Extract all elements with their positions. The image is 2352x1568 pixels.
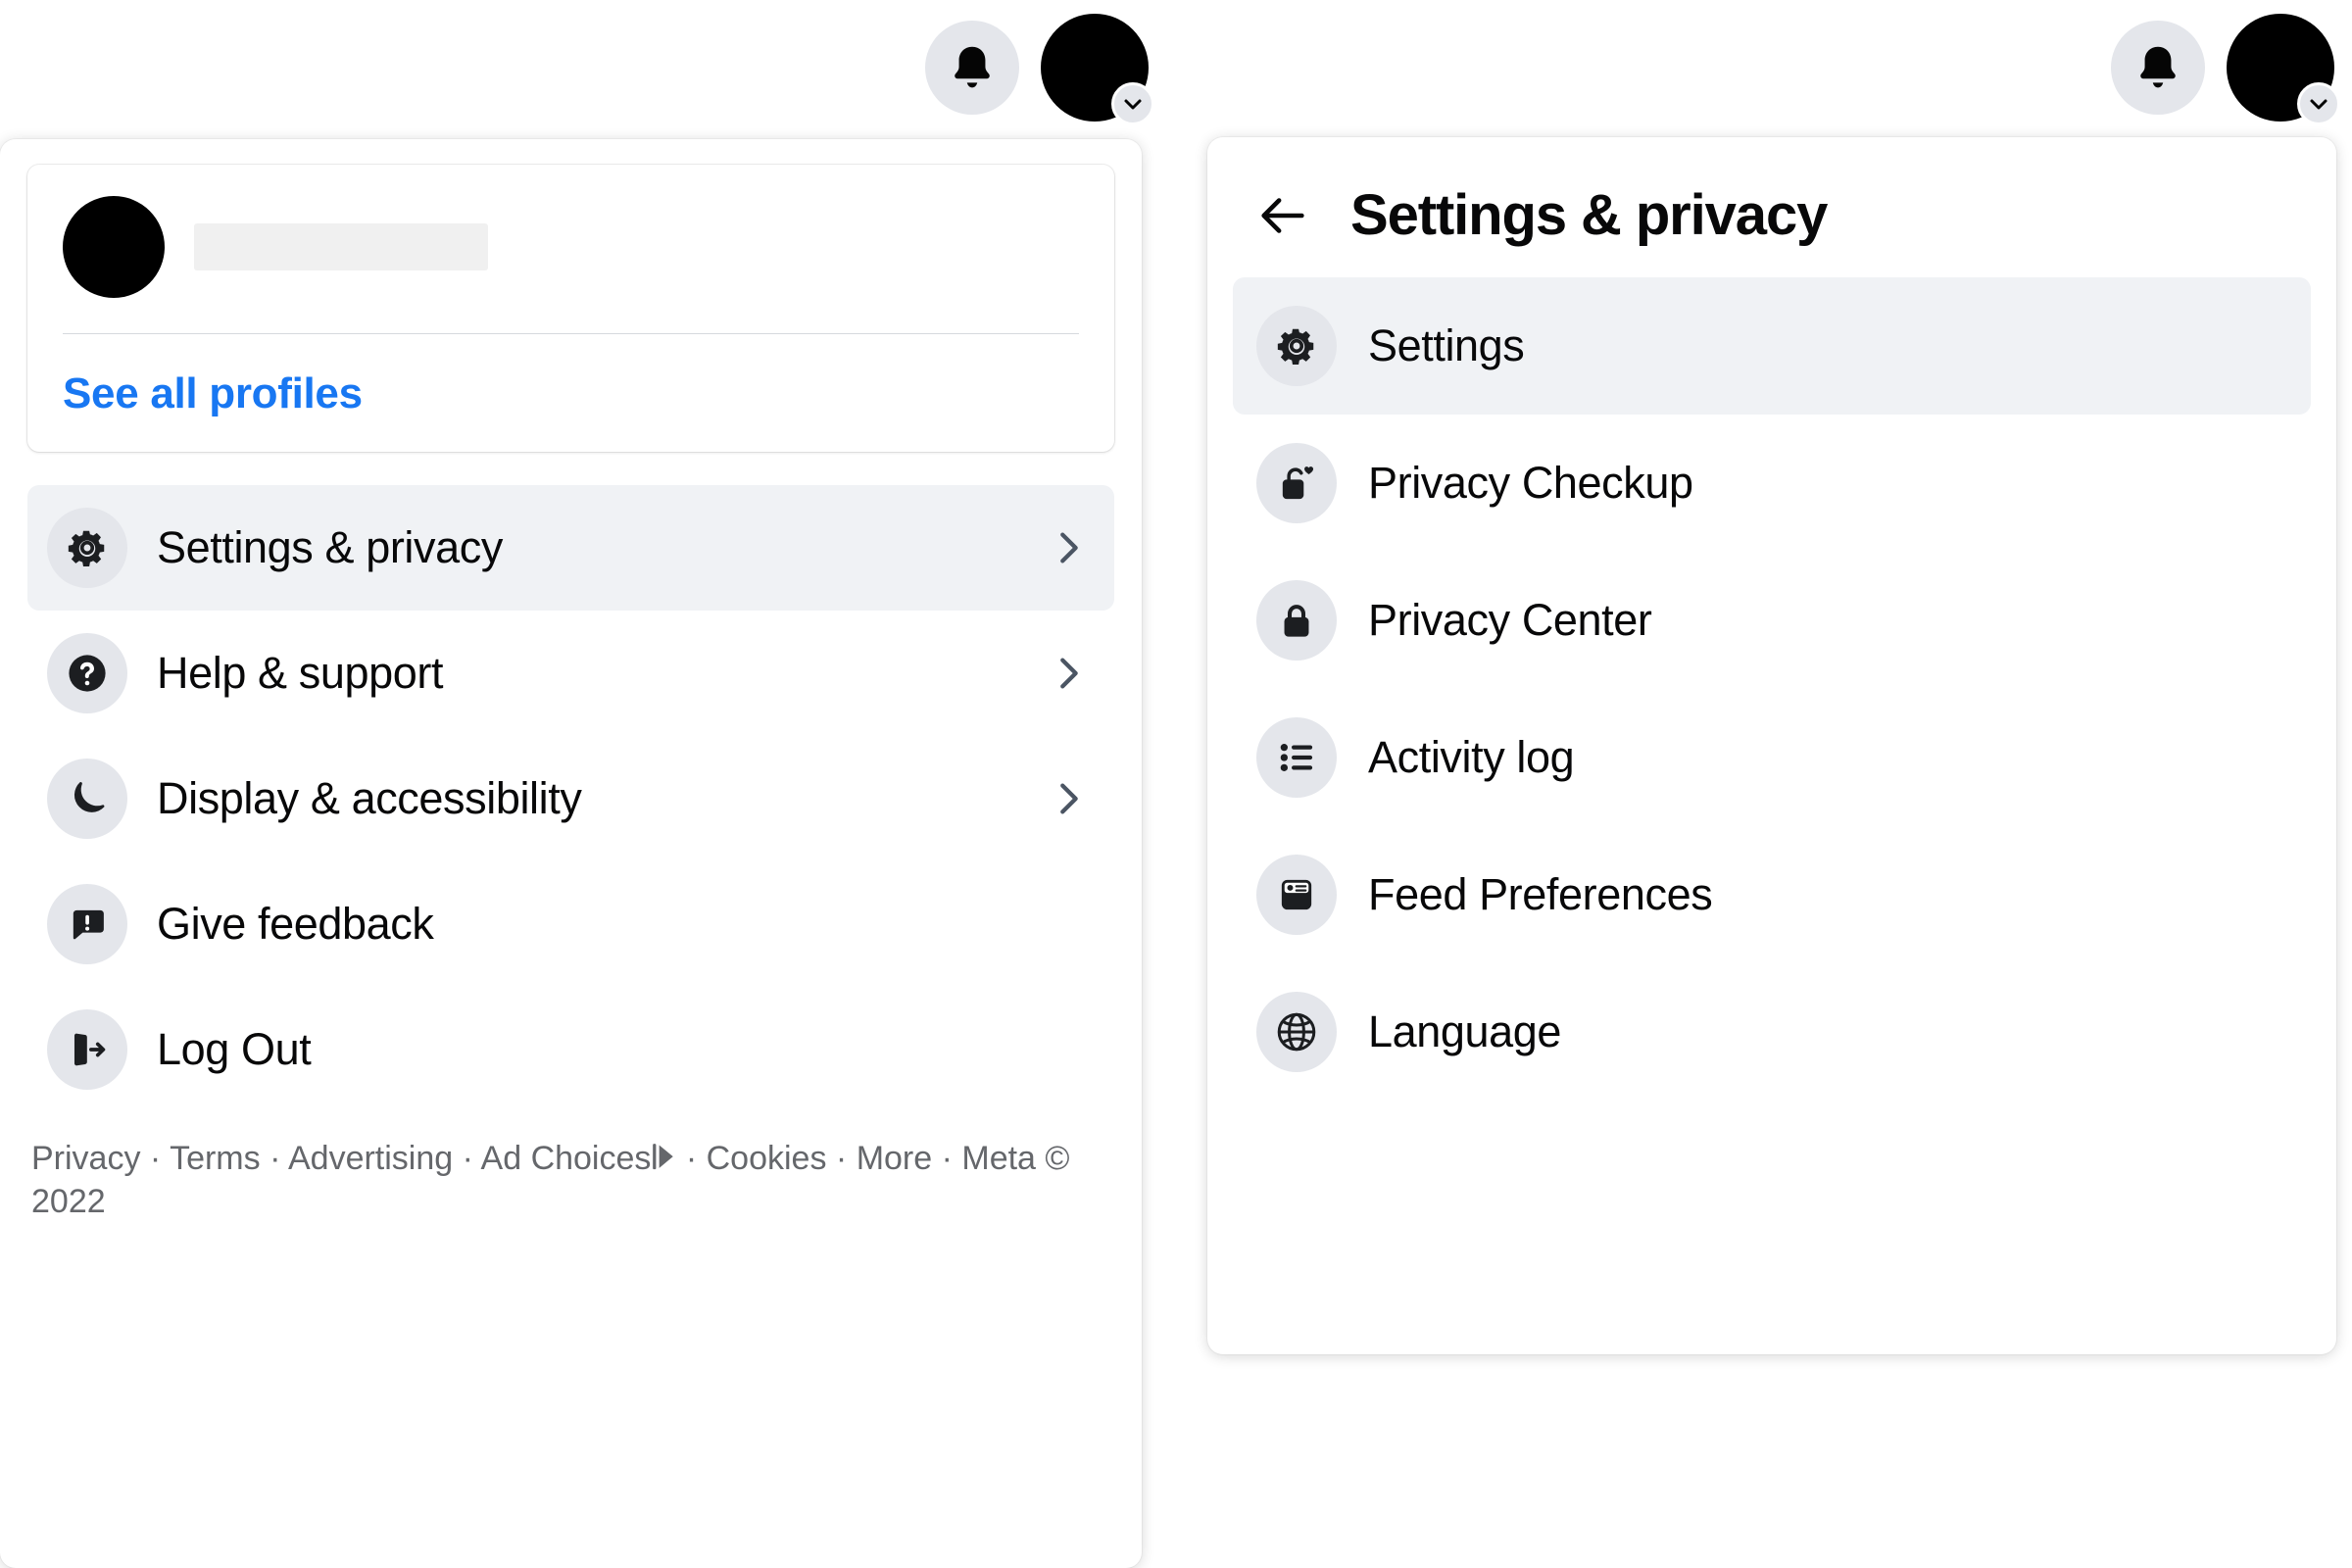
question-mark-icon xyxy=(47,633,127,713)
footer-sep: · xyxy=(453,1140,481,1177)
topbar-right xyxy=(1186,0,2352,135)
menu-item-label: Help & support xyxy=(157,648,444,698)
menu-item-give-feedback[interactable]: Give feedback xyxy=(27,861,1114,987)
moon-icon xyxy=(47,759,127,839)
footer-sep: · xyxy=(932,1140,962,1177)
profile-card[interactable]: See all profiles xyxy=(27,165,1114,452)
footer-link-advertising[interactable]: Advertising xyxy=(288,1140,453,1177)
settings-item-language[interactable]: Language xyxy=(1233,963,2311,1101)
menu-item-label: Settings & privacy xyxy=(157,522,503,572)
settings-item-label: Privacy Center xyxy=(1368,595,1652,645)
profile-row xyxy=(63,194,1079,300)
settings-item-label: Activity log xyxy=(1368,732,1575,782)
footer-sep: · xyxy=(676,1140,707,1177)
footer-sep: · xyxy=(140,1140,171,1177)
footer-link-ad-choices[interactable]: Ad Choices xyxy=(481,1140,652,1177)
notifications-button-2[interactable] xyxy=(2111,21,2205,115)
settings-item-activity-log[interactable]: Activity log xyxy=(1233,689,2311,826)
profile-name-redacted xyxy=(194,223,488,270)
footer-link-privacy[interactable]: Privacy xyxy=(31,1140,140,1177)
settings-privacy-panel: Settings & privacy Settings Privacy Chec… xyxy=(1207,137,2336,1354)
account-menu-list: Settings & privacy Help & support Displa… xyxy=(27,485,1114,1112)
account-button[interactable] xyxy=(1041,14,1154,125)
menu-item-label: Display & accessibility xyxy=(157,773,582,823)
footer-sep: · xyxy=(826,1140,857,1177)
adchoices-triangle-icon xyxy=(651,1140,676,1169)
settings-item-feed-preferences[interactable]: Feed Preferences xyxy=(1233,826,2311,963)
see-all-profiles-link[interactable]: See all profiles xyxy=(63,369,363,418)
gear-icon xyxy=(47,508,127,588)
divider xyxy=(63,333,1079,334)
chevron-right-icon xyxy=(1046,525,1091,570)
lock-heart-icon xyxy=(1256,443,1337,523)
menu-item-settings-privacy[interactable]: Settings & privacy xyxy=(27,485,1114,611)
avatar xyxy=(63,196,165,298)
chevron-right-icon xyxy=(1046,651,1091,696)
screen: See all profiles Settings & privacy Help… xyxy=(0,0,2352,1568)
settings-item-label: Feed Preferences xyxy=(1368,869,1713,919)
menu-item-help-support[interactable]: Help & support xyxy=(27,611,1114,736)
topbar-left xyxy=(0,0,1166,135)
globe-icon xyxy=(1256,992,1337,1072)
footer-link-cookies[interactable]: Cookies xyxy=(707,1140,827,1177)
menu-item-display-accessibility[interactable]: Display & accessibility xyxy=(27,736,1114,861)
footer-link-more[interactable]: More xyxy=(857,1140,932,1177)
menu-item-label: Give feedback xyxy=(157,899,434,949)
logout-icon xyxy=(47,1009,127,1090)
settings-item-label: Settings xyxy=(1368,320,1525,370)
account-button-2[interactable] xyxy=(2227,14,2340,125)
chevron-right-icon xyxy=(1046,776,1091,821)
lock-icon xyxy=(1256,580,1337,661)
footer-links: Privacy · Terms · Advertising · Ad Choic… xyxy=(27,1138,1081,1223)
bell-icon xyxy=(2132,42,2183,93)
gear-icon xyxy=(1256,306,1337,386)
menu-item-label: Log Out xyxy=(157,1024,312,1074)
list-icon xyxy=(1256,717,1337,798)
page-title: Settings & privacy xyxy=(1350,183,1828,247)
panel-header: Settings & privacy xyxy=(1233,167,2311,277)
feed-card-icon xyxy=(1256,855,1337,935)
footer-link-terms[interactable]: Terms xyxy=(170,1140,261,1177)
account-menu-panel: See all profiles Settings & privacy Help… xyxy=(0,139,1142,1568)
settings-item-settings[interactable]: Settings xyxy=(1233,277,2311,415)
settings-item-label: Language xyxy=(1368,1006,1562,1056)
chevron-down-icon[interactable] xyxy=(1111,82,1154,125)
settings-item-privacy-checkup[interactable]: Privacy Checkup xyxy=(1233,415,2311,552)
chevron-down-icon[interactable] xyxy=(2297,82,2340,125)
bell-icon xyxy=(947,42,998,93)
settings-item-privacy-center[interactable]: Privacy Center xyxy=(1233,552,2311,689)
settings-item-label: Privacy Checkup xyxy=(1368,458,1693,508)
arrow-left-icon[interactable] xyxy=(1254,187,1311,244)
feedback-bubble-icon xyxy=(47,884,127,964)
footer-sep: · xyxy=(260,1140,288,1177)
menu-item-log-out[interactable]: Log Out xyxy=(27,987,1114,1112)
notifications-button[interactable] xyxy=(925,21,1019,115)
